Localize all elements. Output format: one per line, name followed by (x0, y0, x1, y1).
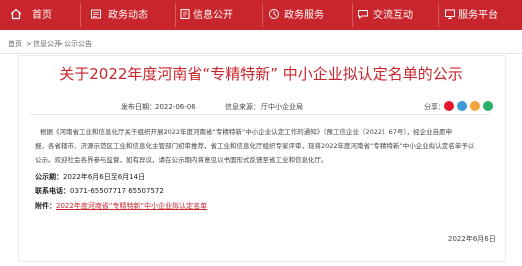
article-title: 关于2022年度河南省“专精特新” 中小企业拟认定名单的公示 (59, 65, 463, 83)
period-value: 2022年6月6日至6月14日 (63, 173, 146, 181)
attachment-link[interactable]: 2022年度河南省“专精特新”中小企业拟认定名单 (56, 202, 207, 210)
body-line: 根据《河南省工业和信息化厅关于组织开展2022年度河南省“专精特新”中小企业认定… (40, 128, 453, 136)
nav-divider (80, 3, 81, 27)
service-icon (268, 8, 280, 20)
nav-item-service[interactable]: 政务服务 (284, 8, 324, 24)
nav-divider (262, 3, 263, 27)
source-value: 厅中小企业局 (261, 103, 303, 111)
breadcrumb: 首页 > 信息公开 > 公示公告 (0, 38, 522, 50)
weibo-share-icon[interactable] (444, 101, 454, 111)
nav-item-interaction[interactable]: 交流互动 (373, 8, 413, 24)
attachment-row: 附件：2022年度河南省“专精特新”中小企业拟认定名单 (35, 201, 207, 211)
publish-date: 2022-06-06 (155, 103, 196, 111)
nav-divider (175, 3, 176, 27)
news-icon (90, 8, 102, 20)
body-line: 报，各省辖市、济源示范区工业和信息化主管部门初审推荐，省工业和信息化厅组织专家评… (35, 142, 475, 150)
breadcrumb-separator: > (57, 40, 63, 48)
platform-icon (444, 8, 456, 20)
meta-divider (30, 114, 490, 115)
wechat-share-icon[interactable] (483, 101, 493, 111)
qq-share-icon[interactable] (457, 101, 467, 111)
info-open-icon (179, 8, 191, 20)
nav-item-home[interactable]: 首页 (32, 8, 52, 24)
notice-period: 公示期：2022年6月6日至6月14日 (35, 172, 145, 182)
nav-item-news[interactable]: 政务动态 (108, 8, 148, 24)
interaction-icon (357, 8, 369, 20)
contact-phone: 联系电话：0371-65507717 65507572 (35, 186, 164, 196)
body-line: 公示。欢迎社会各界参与监督，如有异议，请在公示期内将意见以书面形式反馈至省工业和… (35, 156, 328, 164)
breadcrumb-home[interactable]: 首页 (8, 38, 22, 50)
period-label: 公示期： (35, 173, 63, 181)
nav-divider (352, 3, 353, 27)
breadcrumb-separator: > (26, 40, 32, 48)
nav-divider (438, 3, 439, 27)
phone-value: 0371-65507717 65507572 (70, 187, 164, 195)
home-icon (10, 8, 22, 20)
breadcrumb-divider (0, 53, 522, 54)
attachment-label: 附件： (35, 202, 56, 210)
top-navbar: 首页 政务动态 信息公开 政务服务 交流互动 服务平台 (0, 0, 522, 30)
signature-date: 2022年6月6日 (448, 235, 496, 243)
source-label: 信息来源： (225, 103, 260, 111)
share-label: 分享： (424, 103, 445, 111)
nav-item-info[interactable]: 信息公开 (193, 8, 233, 24)
publish-date-label: 发布日期： (121, 103, 156, 111)
nav-item-platform[interactable]: 服务平台 (458, 8, 498, 24)
qzone-share-icon[interactable] (470, 101, 480, 111)
phone-label: 联系电话： (35, 187, 70, 195)
breadcrumb-notices[interactable]: 公示公告 (64, 38, 92, 50)
